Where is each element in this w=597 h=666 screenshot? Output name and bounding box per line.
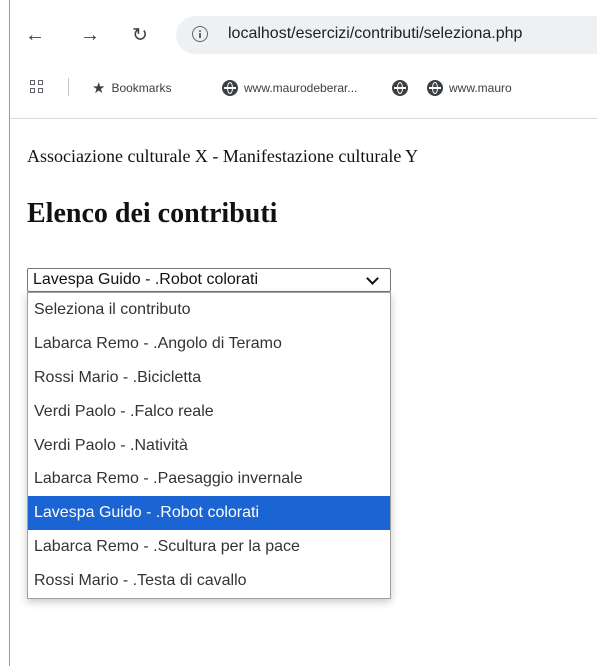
browser-chrome: ← → ↻ localhost/esercizi/contributi/sele… bbox=[10, 0, 597, 119]
address-bar[interactable]: localhost/esercizi/contributi/seleziona.… bbox=[176, 16, 597, 54]
select-value: Lavespa Guido - .Robot colorati bbox=[33, 271, 259, 288]
select-option[interactable]: Rossi Mario - .Bicicletta bbox=[28, 361, 390, 395]
chevron-down-icon bbox=[366, 272, 379, 285]
globe-icon bbox=[392, 80, 408, 96]
select-option[interactable]: Labarca Remo - .Scultura per la pace bbox=[28, 530, 390, 564]
bookmark-item[interactable]: www.maurodeberar... bbox=[222, 78, 357, 98]
page-content: Associazione culturale X - Manifestazion… bbox=[10, 119, 597, 666]
select-option[interactable]: Verdi Paolo - .Falco reale bbox=[28, 395, 390, 429]
bookmarks-separator bbox=[68, 78, 69, 96]
forward-icon[interactable]: → bbox=[77, 22, 103, 48]
select-option[interactable]: Lavespa Guido - .Robot colorati bbox=[28, 496, 390, 531]
select-option[interactable]: Rossi Mario - .Testa di cavallo bbox=[28, 564, 390, 598]
globe-icon bbox=[222, 80, 238, 96]
bookmarks-button[interactable]: ★ Bookmarks bbox=[92, 78, 171, 98]
info-icon[interactable] bbox=[192, 26, 208, 42]
page-subtitle: Associazione culturale X - Manifestazion… bbox=[27, 146, 419, 166]
select-option[interactable]: Labarca Remo - .Paesaggio invernale bbox=[28, 462, 390, 496]
select-dropdown-list: Seleziona il contributo Labarca Remo - .A… bbox=[27, 292, 391, 599]
star-icon: ★ bbox=[92, 80, 106, 97]
apps-icon[interactable] bbox=[30, 80, 46, 96]
bookmarks-bar: ★ Bookmarks www.maurodeberar... www.maur… bbox=[10, 70, 597, 104]
contributi-select[interactable]: Lavespa Guido - .Robot colorati bbox=[27, 268, 391, 292]
back-icon[interactable]: ← bbox=[22, 22, 48, 48]
bookmark-label: www.maurodeberar... bbox=[244, 81, 358, 95]
select-option[interactable]: Verdi Paolo - .Natività bbox=[28, 429, 390, 463]
url-text[interactable]: localhost/esercizi/contributi/seleziona.… bbox=[228, 25, 522, 43]
bookmark-item[interactable]: www.mauro bbox=[427, 78, 512, 98]
bookmark-item[interactable] bbox=[392, 78, 414, 98]
bookmark-label: www.mauro bbox=[449, 81, 512, 95]
select-option[interactable]: Labarca Remo - .Angolo di Teramo bbox=[28, 327, 390, 361]
bookmarks-label: Bookmarks bbox=[111, 81, 172, 95]
globe-icon bbox=[427, 80, 443, 96]
reload-icon[interactable]: ↻ bbox=[127, 22, 153, 48]
select-option[interactable]: Seleziona il contributo bbox=[28, 293, 390, 327]
page-title: Elenco dei contributi bbox=[27, 198, 278, 229]
